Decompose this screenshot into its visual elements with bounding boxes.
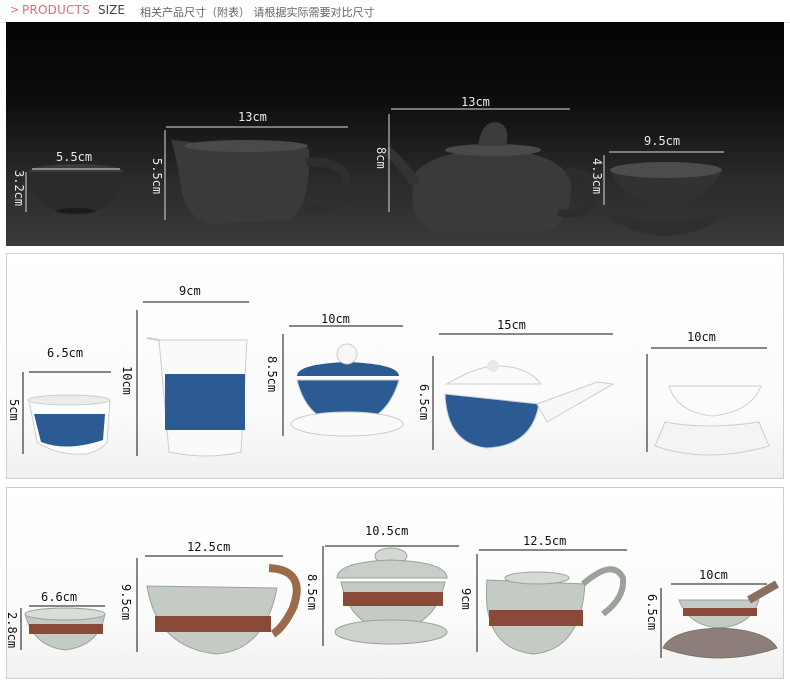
blue-strainer-width-label: 10cm (687, 330, 716, 344)
blue-pitcher-image (146, 337, 248, 457)
celadon-strainer-width-label: 10cm (699, 568, 728, 582)
celadon-cup-width-label: 6.6cm (41, 590, 78, 604)
section-header: > PRODUCTS SIZE 相关产品尺寸（附表） 请根据实际需要对比尺寸 (0, 0, 790, 23)
blue-teapot-width-label: 15cm (497, 318, 526, 332)
celadon-set-panel: 6.6cm 2.8cm 12.5cm 9.5cm 10.5cm 8.5cm 12… (5, 487, 784, 679)
dark-teapot-height-label: 8cm (374, 147, 388, 169)
blue-white-set-panel: 6.5cm 5cm 9cm 10cm 10cm 8.5cm 15cm 6.5cm… (6, 253, 784, 479)
dark-cup-image (29, 164, 123, 214)
dark-strainer-height-label: 4.3cm (590, 158, 604, 195)
header-products-label: PRODUCTS (22, 3, 90, 17)
blue-teapot-image (444, 360, 615, 449)
dark-cup-height-label: 3.2cm (12, 170, 26, 207)
blue-gaiwan-width-label: 10cm (321, 312, 350, 326)
celadon-teapot-width-label: 12.5cm (523, 534, 567, 548)
celadon-cup-image (24, 607, 106, 651)
blue-cup-width-label: 6.5cm (47, 346, 84, 360)
dark-strainer-width-label: 9.5cm (644, 134, 681, 148)
celadon-pitcher-image (146, 564, 301, 655)
blue-cup-image (27, 394, 111, 455)
celadon-cup-height-label: 2.8cm (5, 612, 19, 649)
celadon-teapot-height-label: 9cm (459, 588, 473, 610)
dark-teapot-width-label: 13cm (461, 95, 490, 109)
dark-pitcher-height-label: 5.5cm (150, 158, 164, 195)
celadon-gaiwan-height-label: 8.5cm (305, 574, 319, 611)
dark-strainer-image (604, 162, 728, 236)
blue-pitcher-width-label: 9cm (179, 284, 201, 298)
header-size-label: SIZE (98, 3, 125, 17)
blue-teapot-height-label: 6.5cm (417, 384, 431, 421)
blue-cup-height-label: 5cm (7, 399, 21, 421)
celadon-strainer-image (662, 580, 779, 659)
header-arrow: > (10, 3, 20, 16)
celadon-teapot-image (485, 566, 627, 655)
celadon-pitcher-width-label: 12.5cm (187, 540, 231, 554)
blue-dimension-lines (22, 301, 767, 456)
celadon-strainer-height-label: 6.5cm (645, 594, 659, 631)
blue-gaiwan-image (290, 343, 404, 437)
header-note: 相关产品尺寸（附表） 请根据实际需要对比尺寸 (140, 6, 375, 19)
celadon-pitcher-height-label: 9.5cm (119, 584, 133, 621)
blue-gaiwan-height-label: 8.5cm (265, 356, 279, 393)
blue-pitcher-height-label: 10cm (120, 366, 134, 395)
dark-pitcher-width-label: 13cm (238, 110, 267, 124)
dark-clay-set-panel: 5.5cm 3.2cm 13cm 5.5cm 13cm 8cm 9.5cm 4.… (6, 22, 784, 246)
dark-cup-width-label: 5.5cm (56, 150, 93, 164)
blue-strainer-image (654, 385, 770, 456)
celadon-gaiwan-width-label: 10.5cm (365, 524, 409, 538)
dark-pitcher-image (171, 140, 351, 224)
celadon-gaiwan-image (334, 547, 448, 645)
dark-teapot-image (382, 122, 598, 234)
